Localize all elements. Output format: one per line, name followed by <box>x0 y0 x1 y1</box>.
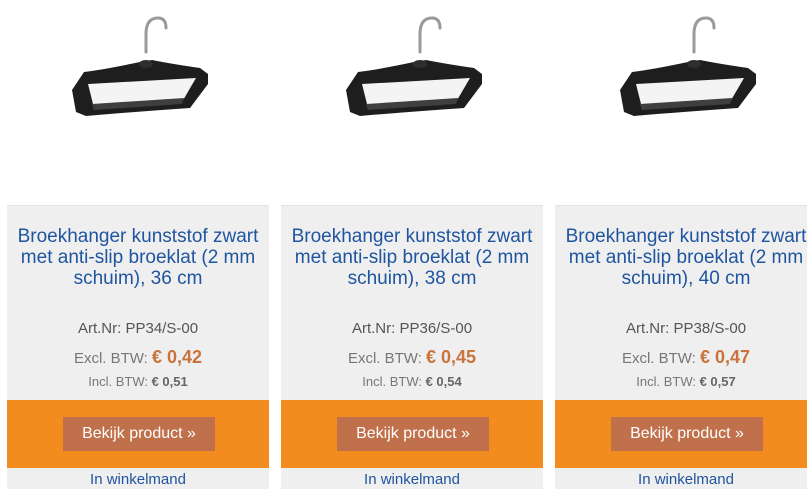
price-incl-vat: Incl. BTW: € 0,51 <box>7 374 269 389</box>
view-product-button[interactable]: Bekijk product » <box>63 417 215 451</box>
product-title[interactable]: Broekhanger kunststof zwart met anti-sli… <box>291 226 533 289</box>
product-card: Broekhanger kunststof zwart met anti-sli… <box>281 0 543 489</box>
price-incl-label: Incl. BTW: <box>88 374 148 389</box>
price-incl-value: € 0,51 <box>151 374 188 389</box>
article-number: Art.Nr: PP38/S-00 <box>555 320 807 337</box>
article-number-value: PP34/S-00 <box>125 320 199 337</box>
price-excl-vat: Excl. BTW: € 0,45 <box>281 347 543 368</box>
price-incl-vat: Incl. BTW: € 0,57 <box>555 374 807 389</box>
trouser-hanger-image <box>72 16 208 116</box>
article-number: Art.Nr: PP34/S-00 <box>7 320 269 337</box>
price-incl-vat: Incl. BTW: € 0,54 <box>281 374 543 389</box>
article-number-label: Art.Nr: <box>351 320 396 337</box>
action-band: Bekijk product » <box>555 400 807 468</box>
product-title[interactable]: Broekhanger kunststof zwart met anti-sli… <box>565 226 807 289</box>
add-to-cart-link[interactable]: In winkelmand <box>555 471 807 488</box>
action-band: Bekijk product » <box>7 400 269 468</box>
product-image[interactable] <box>281 0 543 206</box>
product-image[interactable] <box>7 0 269 206</box>
product-card: Broekhanger kunststof zwart met anti-sli… <box>555 0 807 489</box>
price-incl-value: € 0,54 <box>425 374 462 389</box>
view-product-button[interactable]: Bekijk product » <box>611 417 763 451</box>
action-band: Bekijk product » <box>281 400 543 468</box>
price-excl-vat: Excl. BTW: € 0,42 <box>7 347 269 368</box>
price-excl-value: € 0,47 <box>700 347 751 367</box>
add-to-cart-link[interactable]: In winkelmand <box>7 471 269 488</box>
price-incl-label: Incl. BTW: <box>362 374 422 389</box>
price-excl-vat: Excl. BTW: € 0,47 <box>555 347 807 368</box>
price-excl-value: € 0,42 <box>152 347 203 367</box>
article-number-label: Art.Nr: <box>625 320 670 337</box>
trouser-hanger-image <box>620 16 756 116</box>
trouser-hanger-image <box>346 16 482 116</box>
price-excl-value: € 0,45 <box>426 347 477 367</box>
article-number-value: PP36/S-00 <box>399 320 473 337</box>
price-excl-label: Excl. BTW: <box>73 350 148 367</box>
price-incl-value: € 0,57 <box>699 374 736 389</box>
price-incl-label: Incl. BTW: <box>636 374 696 389</box>
product-image[interactable] <box>555 0 807 206</box>
price-excl-label: Excl. BTW: <box>621 350 696 367</box>
article-number-label: Art.Nr: <box>77 320 122 337</box>
product-card: Broekhanger kunststof zwart met anti-sli… <box>7 0 269 489</box>
article-number: Art.Nr: PP36/S-00 <box>281 320 543 337</box>
product-grid: Broekhanger kunststof zwart met anti-sli… <box>0 0 807 489</box>
add-to-cart-link[interactable]: In winkelmand <box>281 471 543 488</box>
price-excl-label: Excl. BTW: <box>347 350 422 367</box>
product-title[interactable]: Broekhanger kunststof zwart met anti-sli… <box>17 226 259 289</box>
article-number-value: PP38/S-00 <box>673 320 747 337</box>
view-product-button[interactable]: Bekijk product » <box>337 417 489 451</box>
